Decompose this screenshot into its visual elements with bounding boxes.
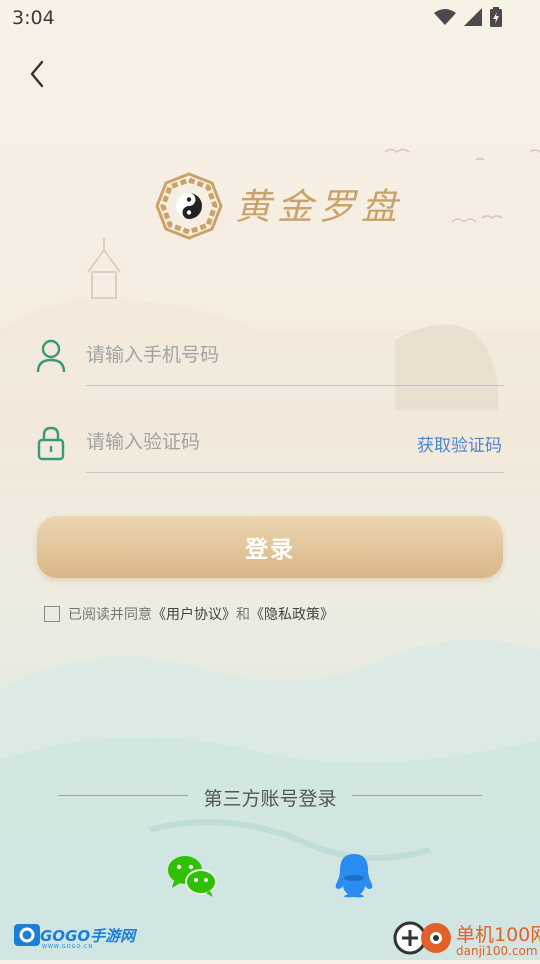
- danji-logo-icon: [393, 921, 451, 955]
- gogo-watermark-url: WWW.GOGO.CN: [42, 944, 94, 950]
- bagua-logo: [155, 172, 223, 240]
- get-code-button[interactable]: 获取验证码: [417, 431, 502, 456]
- brand-title: 黄金罗盘: [235, 187, 404, 228]
- danji-watermark-url: danji100.com: [456, 944, 538, 958]
- qq-icon[interactable]: [334, 852, 374, 898]
- code-field-row: 获取验证码: [36, 417, 504, 473]
- phone-underline: [86, 385, 504, 386]
- background-landscape: [0, 148, 540, 960]
- agreement-checkbox[interactable]: [44, 606, 60, 622]
- user-icon: [36, 339, 66, 373]
- danji-watermark-title: 单机100网: [456, 924, 540, 946]
- chevron-left-icon[interactable]: [24, 56, 54, 92]
- third-party-divider: 第三方账号登录: [58, 784, 482, 810]
- code-input[interactable]: [84, 425, 338, 461]
- phone-input[interactable]: [84, 338, 418, 374]
- status-icons: [434, 7, 502, 27]
- code-underline: [86, 472, 504, 473]
- wifi-icon: [434, 9, 456, 25]
- divider-line-right: [352, 795, 482, 796]
- user-agreement-link[interactable]: 《用户协议》: [152, 604, 236, 624]
- gogo-logo-icon: [14, 924, 40, 946]
- agreement-row: 已阅读并同意 《用户协议》 和 《隐私政策》: [44, 604, 334, 624]
- third-party-title: 第三方账号登录: [203, 789, 337, 810]
- signal-icon: [464, 8, 482, 26]
- phone-field-row: [36, 330, 504, 386]
- gogo-watermark-text: GOGO手游网: [40, 926, 136, 945]
- agreement-prefix: 已阅读并同意: [68, 606, 152, 622]
- wechat-icon[interactable]: [166, 854, 218, 898]
- login-button[interactable]: 登录: [37, 516, 503, 578]
- status-bar: 3:04: [0, 0, 540, 38]
- agreement-and: 和: [236, 606, 250, 622]
- gogo-watermark: GOGO手游网 WWW.GOGO.CN: [14, 924, 136, 950]
- status-time: 3:04: [12, 7, 55, 29]
- privacy-policy-link[interactable]: 《隐私政策》: [250, 604, 334, 624]
- battery-icon: [490, 7, 502, 27]
- danji-watermark: 单机100网 danji100.com: [390, 916, 540, 964]
- lock-icon: [37, 426, 65, 461]
